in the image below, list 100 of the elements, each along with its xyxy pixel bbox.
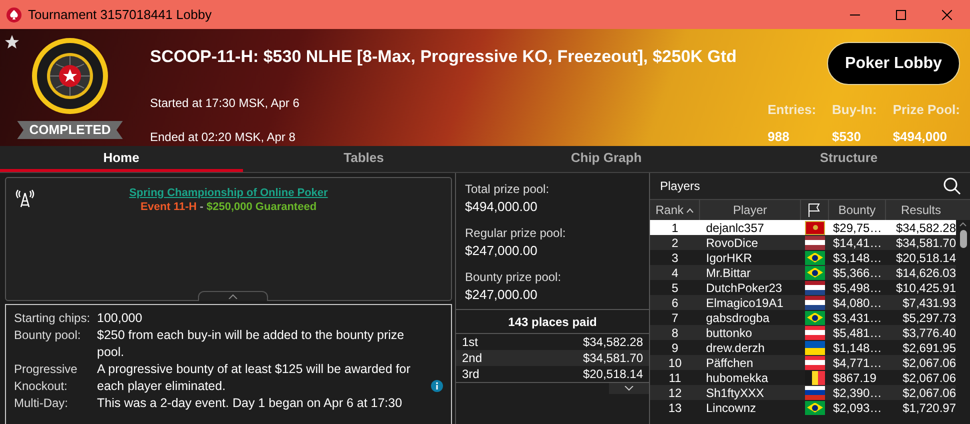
tab[interactable]: Chip Graph (485, 146, 728, 172)
player-name: gabsdrogba (705, 310, 770, 326)
result-cell-text: $3,776.40 (902, 324, 956, 342)
payout-amount: $20,518.14 (582, 366, 643, 383)
bounty-cell-text: $4,080… (832, 294, 883, 312)
place-label: 2nd (462, 350, 482, 367)
chevron-up-icon (228, 294, 238, 299)
bounty-cell-text: $5,481… (832, 324, 883, 342)
bounty-cell-text: $2,093… (832, 400, 883, 416)
player-name: drew.derzh (705, 340, 766, 356)
player-name: RovoDice (705, 234, 760, 252)
rank-cell-text: 2 (670, 234, 680, 252)
info-value: $250 from each buy-in will be added to the bounty prize pool. (97, 327, 406, 361)
stat-value: $494,000 (892, 128, 948, 146)
stat-label: Buy-In: (832, 101, 877, 119)
country-flag-icon (805, 280, 825, 294)
country-flag-icon (805, 340, 825, 354)
rank-cell-text: 8 (670, 324, 680, 342)
player-row[interactable]: 1 dejanlc357 $29,75… $34,582.28 (650, 220, 956, 235)
championship-logo-icon (31, 37, 109, 115)
info-value: A progressive bounty of at least $125 will be awarded for each player eliminated. (97, 361, 412, 395)
player-name: dejanlc357 (705, 220, 766, 236)
player-name: Päffchen (705, 354, 754, 372)
place-label: 3rd (462, 366, 480, 383)
result-cell-text: $2,691.95 (902, 340, 956, 356)
rank-cell-text: 7 (670, 310, 680, 326)
player-row[interactable]: 12 Sh1ftyXXX $2,390… $2,067.06 (650, 385, 956, 400)
payout-amount: $34,582.28 (582, 334, 643, 351)
end-time: Ended at 02:20 MSK, Apr 8 (150, 128, 296, 146)
stat-value: 988 (768, 128, 790, 146)
player-row[interactable]: 6 Elmagico19A1 $4,080… $7,431.93 (650, 295, 956, 310)
bounty-cell-text: $29,75… (832, 220, 883, 236)
result-cell-text: $10,425.91 (894, 280, 956, 296)
result-cell-text: $2,067.06 (902, 354, 956, 372)
expand-tab[interactable] (609, 383, 649, 394)
pool-label: Bounty prize pool: (465, 269, 562, 286)
bounty-cell-text: $5,366… (832, 264, 883, 282)
flag-icon[interactable] (808, 203, 821, 217)
player-name: Sh1ftyXXX (705, 384, 766, 402)
bounty-cell-text: $3,431… (832, 310, 883, 326)
bounty-cell-text: $2,390… (832, 384, 883, 402)
star-icon[interactable] (4, 34, 20, 50)
pool-label: Regular prize pool: (465, 225, 567, 242)
status-badge: COMPLETED (17, 121, 123, 139)
info-icon[interactable] (431, 380, 443, 392)
result-cell-text: $5,297.73 (902, 310, 956, 326)
rank-cell-text: 6 (670, 294, 680, 312)
scrollbar-thumb[interactable] (960, 230, 966, 248)
broadcast-tower-icon (15, 189, 35, 208)
place-label: 1st (462, 334, 478, 351)
player-row[interactable]: 2 RovoDice $14,41… $34,581.70 (650, 235, 956, 250)
rank-cell-text: 13 (667, 400, 683, 416)
pool-label: Total prize pool: (465, 181, 550, 198)
payout-amount: $34,581.70 (582, 350, 643, 367)
info-label: Bounty pool: (14, 327, 82, 344)
places-paid-header: 143 places paid (456, 309, 649, 334)
stat-label: Prize Pool: (892, 101, 960, 119)
player-name: hubomekka (705, 370, 770, 386)
start-time: Started at 17:30 MSK, Apr 6 (150, 94, 300, 112)
player-row[interactable]: 4 Mr.Bittar $5,366… $14,626.03 (650, 265, 956, 280)
pool-value: $247,000.00 (465, 286, 538, 304)
info-value: This was a 2-day event. Day 1 began on Apr 6 at 17:30 (97, 395, 402, 412)
tab[interactable]: Home (0, 146, 242, 172)
stat-value: $530 (832, 128, 862, 146)
info-label: Multi-Day: (14, 395, 70, 412)
rank-cell-text: 4 (670, 264, 680, 282)
country-flag-icon (805, 356, 825, 370)
column-header[interactable]: Results (886, 200, 956, 220)
pool-value: $494,000.00 (465, 198, 538, 216)
bounty-cell-text: $3,148… (832, 250, 883, 266)
sort-ascending-icon (686, 208, 694, 212)
poker-lobby-button[interactable]: Poker Lobby (827, 42, 960, 85)
result-cell-text: $1,720.97 (902, 400, 956, 416)
country-flag-icon (805, 326, 825, 340)
player-row[interactable]: 8 buttonko $5,481… $3,776.40 (650, 325, 956, 340)
player-row[interactable]: 10 Päffchen $4,771… $2,067.06 (650, 355, 956, 370)
chevron-down-icon (624, 386, 634, 391)
result-cell-text: $2,067.06 (902, 384, 956, 402)
championship-link[interactable]: Spring Championship of Online Poker (129, 186, 328, 200)
search-icon[interactable] (943, 177, 961, 195)
tournament-title: SCOOP-11-H: $530 NLHE [8-Max, Progressive KO, Freezeout], $250K Gtd (150, 46, 737, 68)
rank-cell-text: 12 (667, 384, 683, 402)
player-name: IgorHKR (705, 250, 754, 266)
result-cell-text: $14,626.03 (894, 264, 956, 282)
rank-cell-text: 9 (670, 340, 680, 356)
event-subtitle: Event 11-H - $250,000 Guaranteed (140, 200, 317, 214)
bounty-cell-text: $14,41… (832, 234, 883, 252)
rank-cell-text: 11 (668, 370, 682, 386)
rank-cell-text: 10 (667, 354, 683, 372)
rank-cell-text: 1 (670, 220, 680, 236)
scroll-up-icon[interactable] (959, 222, 967, 227)
stat-label: Entries: (768, 101, 816, 119)
pool-value: $247,000.00 (465, 242, 538, 260)
tab[interactable]: Tables (242, 146, 485, 172)
players-title: Players (660, 178, 700, 195)
country-flag-icon (805, 370, 825, 384)
player-name: DutchPoker23 (705, 280, 784, 296)
tab[interactable]: Structure (728, 146, 970, 172)
info-label: Starting chips: (14, 310, 92, 327)
result-cell-text: $7,431.93 (902, 294, 956, 312)
